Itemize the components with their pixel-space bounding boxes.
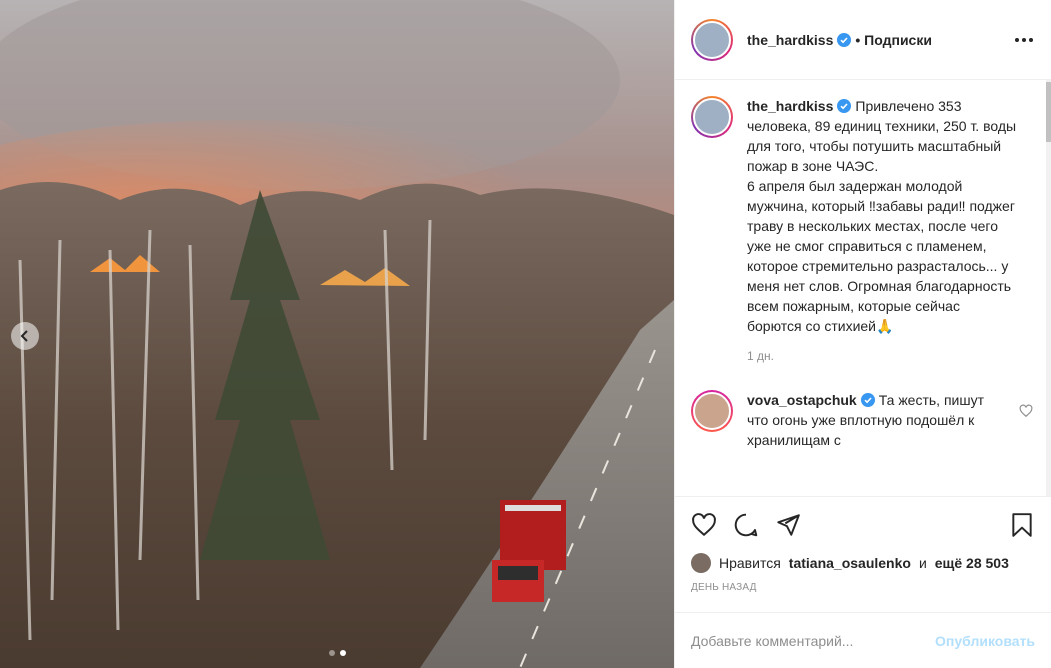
likes-joiner: и <box>918 555 927 571</box>
comments-scrollbar[interactable] <box>1046 80 1051 496</box>
author-info: the_hardkiss • Подписки <box>747 32 932 48</box>
bookmark-icon <box>1012 512 1032 537</box>
caption-body: the_hardkiss Привлечено 353 человека, 89 … <box>747 96 1017 366</box>
likes-summary: Нравится tatiana_osaulenko и ещё 28 503 <box>675 552 1051 574</box>
comment-like-icon[interactable] <box>1019 404 1033 418</box>
follow-status-button[interactable]: • Подписки <box>855 32 932 48</box>
verified-badge-icon <box>837 32 852 47</box>
author-avatar[interactable] <box>691 96 733 138</box>
caption: the_hardkiss Привлечено 353 человека, 89 … <box>691 96 1035 366</box>
chevron-left-icon <box>20 330 28 342</box>
publish-button[interactable]: Опубликовать <box>935 633 1035 649</box>
commenter-avatar[interactable] <box>691 390 733 432</box>
post-side-panel: the_hardkiss • Подписки the_hardkiss Прив… <box>674 0 1051 668</box>
wildfire-forest-image <box>0 0 674 668</box>
liker-avatar[interactable] <box>691 553 711 573</box>
likes-prefix: Нравится <box>719 555 781 571</box>
post-actions <box>675 496 1051 552</box>
post-header: the_hardkiss • Подписки <box>675 0 1051 80</box>
comment-body: vova_ostapchuk Та жесть, пишут что огонь … <box>747 390 997 450</box>
like-button[interactable] <box>691 512 717 538</box>
comment-input[interactable] <box>691 632 936 649</box>
carousel-prev-button[interactable] <box>11 322 39 350</box>
caption-author[interactable]: the_hardkiss <box>747 98 833 114</box>
caption-text: Привлечено 353 человека, 89 единиц техни… <box>747 98 1017 334</box>
caption-time[interactable]: 1 дн. <box>747 346 1017 366</box>
carousel-dot-active <box>339 650 346 656</box>
comment-bubble-icon <box>734 513 758 536</box>
post-viewer: the_hardkiss • Подписки the_hardkiss Прив… <box>0 0 1051 668</box>
liked-by-username[interactable]: tatiana_osaulenko <box>789 555 911 571</box>
author-avatar[interactable] <box>691 18 733 61</box>
verified-badge-icon <box>837 99 852 113</box>
comment-button[interactable] <box>733 512 759 538</box>
comment-author[interactable]: vova_ostapchuk <box>747 392 857 408</box>
post-timestamp[interactable]: ДЕНЬ НАЗАД <box>675 574 1051 604</box>
comment-item: vova_ostapchuk Та жесть, пишут что огонь … <box>691 390 1035 450</box>
author-username[interactable]: the_hardkiss <box>747 32 833 48</box>
comments-list: the_hardkiss Привлечено 353 человека, 89 … <box>675 80 1051 496</box>
more-options-button[interactable] <box>1013 32 1035 48</box>
heart-icon <box>692 512 716 536</box>
paper-plane-icon <box>777 513 800 536</box>
post-photo[interactable] <box>0 0 674 668</box>
comment-composer: Опубликовать <box>675 612 1051 668</box>
verified-badge-icon <box>860 393 875 407</box>
likes-count-link[interactable]: ещё 28 503 <box>935 555 1009 571</box>
share-button[interactable] <box>775 512 801 538</box>
carousel-indicator <box>0 650 674 656</box>
carousel-dot <box>328 650 335 656</box>
save-button[interactable] <box>1009 512 1035 538</box>
